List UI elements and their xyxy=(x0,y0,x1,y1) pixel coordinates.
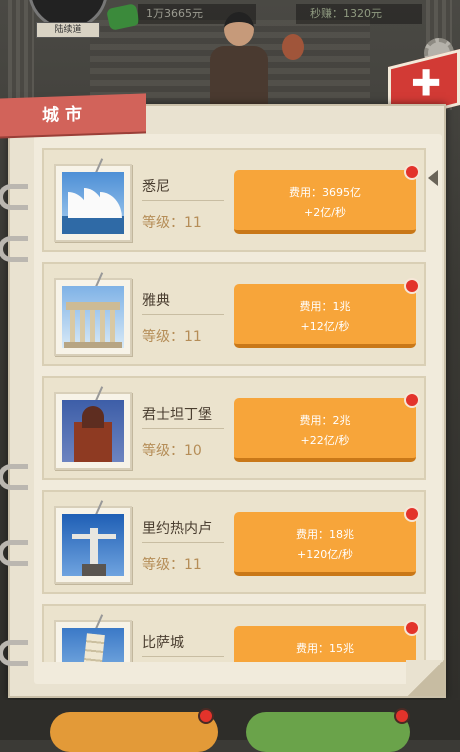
divider xyxy=(142,542,224,543)
city-photo-frame xyxy=(54,272,132,356)
panel-title: 城市 xyxy=(0,93,146,137)
upgrade-button[interactable]: 费用：2兆 +22亿/秒 xyxy=(234,392,420,462)
character-head xyxy=(224,12,254,46)
upgrade-income: +12亿/秒 xyxy=(300,320,350,333)
upgrade-income: +22亿/秒 xyxy=(300,434,350,447)
divider xyxy=(142,314,224,315)
upgrade-cost: 费用：3695亿 xyxy=(289,186,361,199)
notification-dot xyxy=(404,620,420,636)
panel-side-tab xyxy=(428,170,438,186)
sydney-opera-house-image xyxy=(62,172,124,234)
city-name: 比萨城 xyxy=(142,635,184,651)
microphone-icon xyxy=(282,34,304,60)
upgrade-income: +120亿/秒 xyxy=(297,548,353,561)
upgrade-button[interactable]: 费用：18兆 +120亿/秒 xyxy=(234,506,420,576)
binder-ring xyxy=(0,540,28,566)
notification-dot xyxy=(198,708,214,724)
binder-ring xyxy=(0,464,28,490)
parthenon-image xyxy=(62,286,124,348)
upgrade-cost: 费用：15兆 xyxy=(296,642,354,655)
city-card: 悉尼 等级：11 费用：3695亿 +2亿/秒 xyxy=(42,148,426,252)
city-level: 等级：10 xyxy=(142,443,202,459)
player-level-badge: 陆续道 xyxy=(36,22,100,38)
divider xyxy=(142,428,224,429)
bottom-right-button[interactable] xyxy=(246,712,410,752)
money-icon xyxy=(106,3,140,31)
notification-dot xyxy=(404,278,420,294)
city-name: 君士坦丁堡 xyxy=(142,407,212,423)
divider xyxy=(142,200,224,201)
divider xyxy=(142,656,224,657)
city-name: 雅典 xyxy=(142,293,170,309)
city-card: 君士坦丁堡 等级：10 费用：2兆 +22亿/秒 xyxy=(42,376,426,480)
city-name: 里约热内卢 xyxy=(142,521,212,537)
page-curl xyxy=(406,660,446,696)
notification-dot xyxy=(394,708,410,724)
leaning-tower-image xyxy=(62,628,124,662)
upgrade-button[interactable]: 费用：15兆 xyxy=(234,620,420,662)
bottom-left-button[interactable] xyxy=(50,712,218,752)
city-photo-frame xyxy=(54,158,132,242)
cathedral-image xyxy=(62,400,124,462)
city-photo-frame xyxy=(54,614,132,662)
character-body xyxy=(210,46,268,108)
binder-ring xyxy=(0,184,28,210)
upgrade-cost: 费用：1兆 xyxy=(299,300,351,313)
close-icon: ✚ xyxy=(411,63,442,105)
city-card: 雅典 等级：11 费用：1兆 +12亿/秒 xyxy=(42,262,426,366)
binder-ring xyxy=(0,640,28,666)
city-list[interactable]: 悉尼 等级：11 费用：3695亿 +2亿/秒 雅典 等级：11 费用：1兆 +… xyxy=(42,148,426,662)
notification-dot xyxy=(404,506,420,522)
income-rate-counter: 秒赚：1320元 xyxy=(296,4,422,24)
christ-the-redeemer-image xyxy=(62,514,124,576)
city-level: 等级：11 xyxy=(142,329,202,345)
notification-dot xyxy=(404,164,420,180)
city-photo-frame xyxy=(54,500,132,584)
host-character xyxy=(206,12,270,108)
upgrade-cost: 费用：18兆 xyxy=(296,528,354,541)
upgrade-button[interactable]: 费用：1兆 +12亿/秒 xyxy=(234,278,420,348)
city-name: 悉尼 xyxy=(142,179,170,195)
city-level: 等级：11 xyxy=(142,557,202,573)
upgrade-button[interactable]: 费用：3695亿 +2亿/秒 xyxy=(234,164,420,234)
upgrade-cost: 费用：2兆 xyxy=(299,414,351,427)
notification-dot xyxy=(404,392,420,408)
city-card: 里约热内卢 等级：11 费用：18兆 +120亿/秒 xyxy=(42,490,426,594)
city-photo-frame xyxy=(54,386,132,470)
city-card: 比萨城 费用：15兆 xyxy=(42,604,426,662)
upgrade-income: +2亿/秒 xyxy=(304,206,346,219)
binder-ring xyxy=(0,236,28,262)
city-level: 等级：11 xyxy=(142,215,202,231)
